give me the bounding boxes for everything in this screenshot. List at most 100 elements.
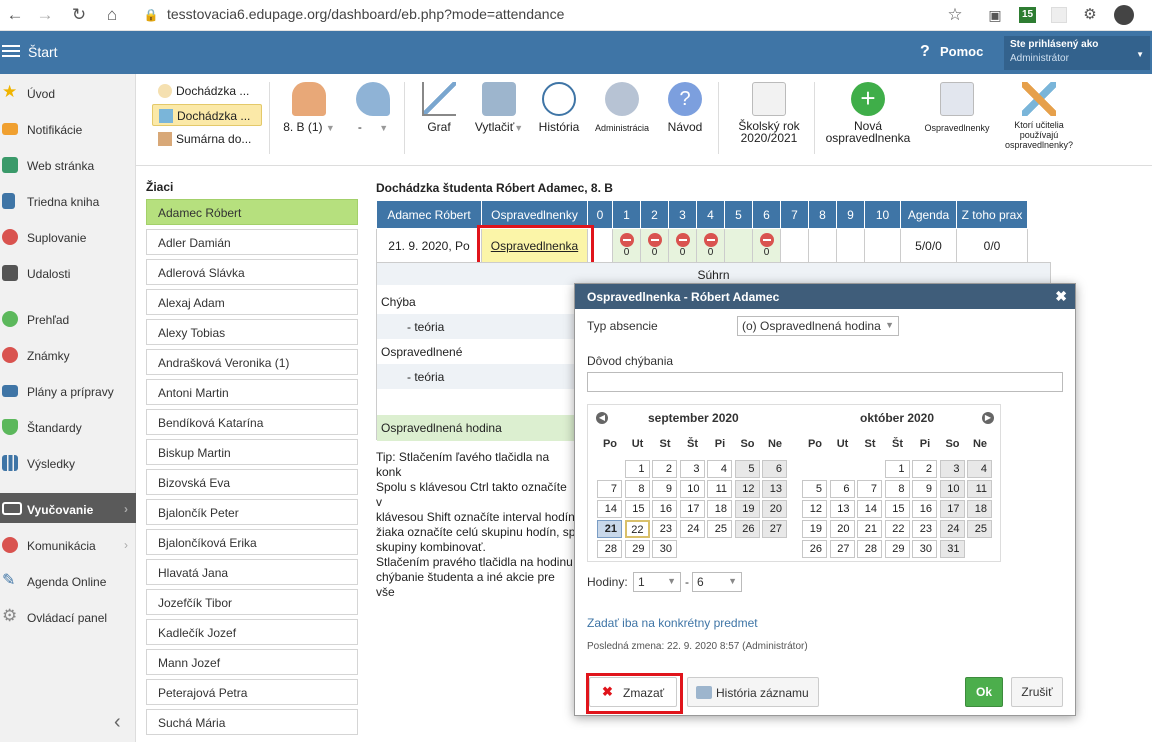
calendar-day[interactable]: 30: [652, 540, 677, 558]
start-link[interactable]: Štart: [28, 44, 58, 60]
calendar-day[interactable]: 24: [939, 520, 965, 538]
student-item[interactable]: Antoni Martin: [146, 379, 358, 405]
calendar-day[interactable]: 30: [912, 540, 937, 558]
calendar-day[interactable]: 18: [967, 500, 992, 518]
student-item[interactable]: Jozefčík Tibor: [146, 589, 358, 615]
guide-button[interactable]: ? Návod: [662, 82, 708, 134]
calendar-day[interactable]: 7: [857, 480, 882, 498]
user-menu[interactable]: Ste prihlásený ako Administrátor ▼: [1004, 36, 1150, 70]
student-item[interactable]: Bjalončíková Erika: [146, 529, 358, 555]
calendar-day[interactable]: 21: [857, 520, 882, 538]
period-cell-8[interactable]: [808, 228, 837, 263]
sidebar-item-znamky[interactable]: Známky: [0, 339, 136, 369]
student-item[interactable]: Bendíková Katarína: [146, 409, 358, 435]
calendar-day[interactable]: 22: [624, 520, 650, 538]
prev-month-icon[interactable]: ◀: [596, 412, 608, 424]
student-item[interactable]: Bjalončík Peter: [146, 499, 358, 525]
student-item[interactable]: Kadlečík Jozef: [146, 619, 358, 645]
sidebar-item-komunikacia[interactable]: Komunikácia ›: [0, 529, 136, 559]
collapse-sidebar-icon[interactable]: ‹: [114, 711, 121, 734]
student-item[interactable]: Bizovská Eva: [146, 469, 358, 495]
ok-button[interactable]: Ok: [965, 677, 1003, 707]
class-selector[interactable]: 8. B (1) ▼: [280, 82, 338, 134]
back-icon[interactable]: ←: [4, 4, 26, 26]
calendar-day[interactable]: 27: [762, 520, 787, 538]
calendar-day[interactable]: 5: [734, 460, 760, 478]
sidebar-item-udalosti[interactable]: Udalosti: [0, 257, 136, 287]
calendar-day[interactable]: 29: [884, 540, 910, 558]
graph-button[interactable]: Graf: [416, 82, 462, 134]
sidebar-item-agenda[interactable]: ✎ Agenda Online: [0, 565, 136, 595]
calendar-day[interactable]: 17: [939, 500, 965, 518]
sidebar-item-notifikacie[interactable]: Notifikácie: [0, 113, 136, 143]
calendar-day[interactable]: 3: [679, 460, 705, 478]
student-item[interactable]: Mann Jozef: [146, 649, 358, 675]
calendar-day[interactable]: 26: [734, 520, 760, 538]
student-item[interactable]: Biskup Martin: [146, 439, 358, 465]
submenu-item-attendance-1[interactable]: Dochádzka ...: [152, 80, 262, 102]
calendar-day[interactable]: 6: [762, 460, 787, 478]
calendar-day[interactable]: 2: [652, 460, 677, 478]
calendar-day[interactable]: 31: [939, 540, 965, 558]
record-history-button[interactable]: História záznamu: [687, 677, 819, 707]
rocket-selector[interactable]: - ▼: [348, 82, 398, 134]
calendar-day[interactable]: 28: [597, 540, 622, 558]
calendar-day[interactable]: 20: [762, 500, 787, 518]
calendar-day[interactable]: 2: [912, 460, 937, 478]
student-item[interactable]: Peterajová Petra: [146, 679, 358, 705]
school-year-selector[interactable]: Školský rok 2020/2021: [730, 82, 808, 144]
student-item[interactable]: Suchá Mária: [146, 709, 358, 735]
calendar-day[interactable]: 14: [597, 500, 622, 518]
calendar-day[interactable]: 19: [802, 520, 827, 538]
calendar-day[interactable]: 10: [939, 480, 965, 498]
calendar-day[interactable]: 11: [967, 480, 992, 498]
close-icon[interactable]: ✖: [1055, 288, 1067, 305]
calendar-day[interactable]: 16: [912, 500, 937, 518]
calendar-day[interactable]: 4: [707, 460, 732, 478]
calendar-day[interactable]: 23: [652, 520, 677, 538]
hour-from-select[interactable]: 1 ▼: [633, 572, 681, 592]
sidebar-item-uvod[interactable]: ★ Úvod: [0, 77, 136, 107]
administration-button[interactable]: Administrácia: [592, 82, 652, 133]
calendar-day[interactable]: 22: [884, 520, 910, 538]
bookmark-star-icon[interactable]: ☆: [944, 4, 966, 26]
calendar-day[interactable]: 5: [802, 480, 827, 498]
print-button[interactable]: Vytlačiť▼: [470, 82, 528, 134]
calendar-day[interactable]: 15: [624, 500, 650, 518]
calendar-day[interactable]: 6: [829, 480, 855, 498]
reason-input[interactable]: [587, 372, 1063, 392]
next-month-icon[interactable]: ▶: [982, 412, 994, 424]
calendar-day[interactable]: 23: [912, 520, 937, 538]
calendar-day[interactable]: 1: [624, 460, 650, 478]
sidebar-item-plany[interactable]: Plány a prípravy: [0, 375, 136, 405]
hour-to-select[interactable]: 6 ▼: [692, 572, 742, 592]
absence-type-select[interactable]: (o) Ospravedlnená hodina ▼: [737, 316, 899, 336]
student-item[interactable]: Adamec Róbert: [146, 199, 358, 225]
period-cell-1[interactable]: 0: [612, 228, 641, 263]
calendar-day[interactable]: 11: [707, 480, 732, 498]
calendar-day[interactable]: 27: [829, 540, 855, 558]
submenu-item-attendance-2[interactable]: Dochádzka ...: [152, 104, 262, 126]
calendar-day[interactable]: 18: [707, 500, 732, 518]
period-cell-4[interactable]: 0: [696, 228, 725, 263]
student-item[interactable]: Adlerová Slávka: [146, 259, 358, 285]
screenshot-icon[interactable]: ▣: [984, 4, 1006, 26]
calendar-day[interactable]: 13: [762, 480, 787, 498]
calendar-day[interactable]: 15: [884, 500, 910, 518]
calendar-day[interactable]: 25: [707, 520, 732, 538]
calendar-day[interactable]: 8: [624, 480, 650, 498]
student-item[interactable]: Hlavatá Jana: [146, 559, 358, 585]
period-cell-10[interactable]: [864, 228, 901, 263]
sidebar-item-ovladaci-panel[interactable]: ⚙ Ovládací panel: [0, 601, 136, 631]
student-item[interactable]: Alexy Tobias: [146, 319, 358, 345]
calendar-day[interactable]: 4: [967, 460, 992, 478]
sidebar-item-vyucovanie[interactable]: Vyučovanie ›: [0, 493, 136, 523]
calendar-day[interactable]: 12: [734, 480, 760, 498]
calendar-day[interactable]: 9: [652, 480, 677, 498]
calendar-day[interactable]: 21: [597, 520, 622, 538]
calendar-day[interactable]: 29: [624, 540, 650, 558]
history-button[interactable]: História: [536, 82, 582, 134]
sidebar-item-prehlad[interactable]: Prehľad: [0, 303, 136, 333]
period-cell-7[interactable]: [780, 228, 809, 263]
calendar-extension-icon[interactable]: 15: [1019, 7, 1036, 23]
